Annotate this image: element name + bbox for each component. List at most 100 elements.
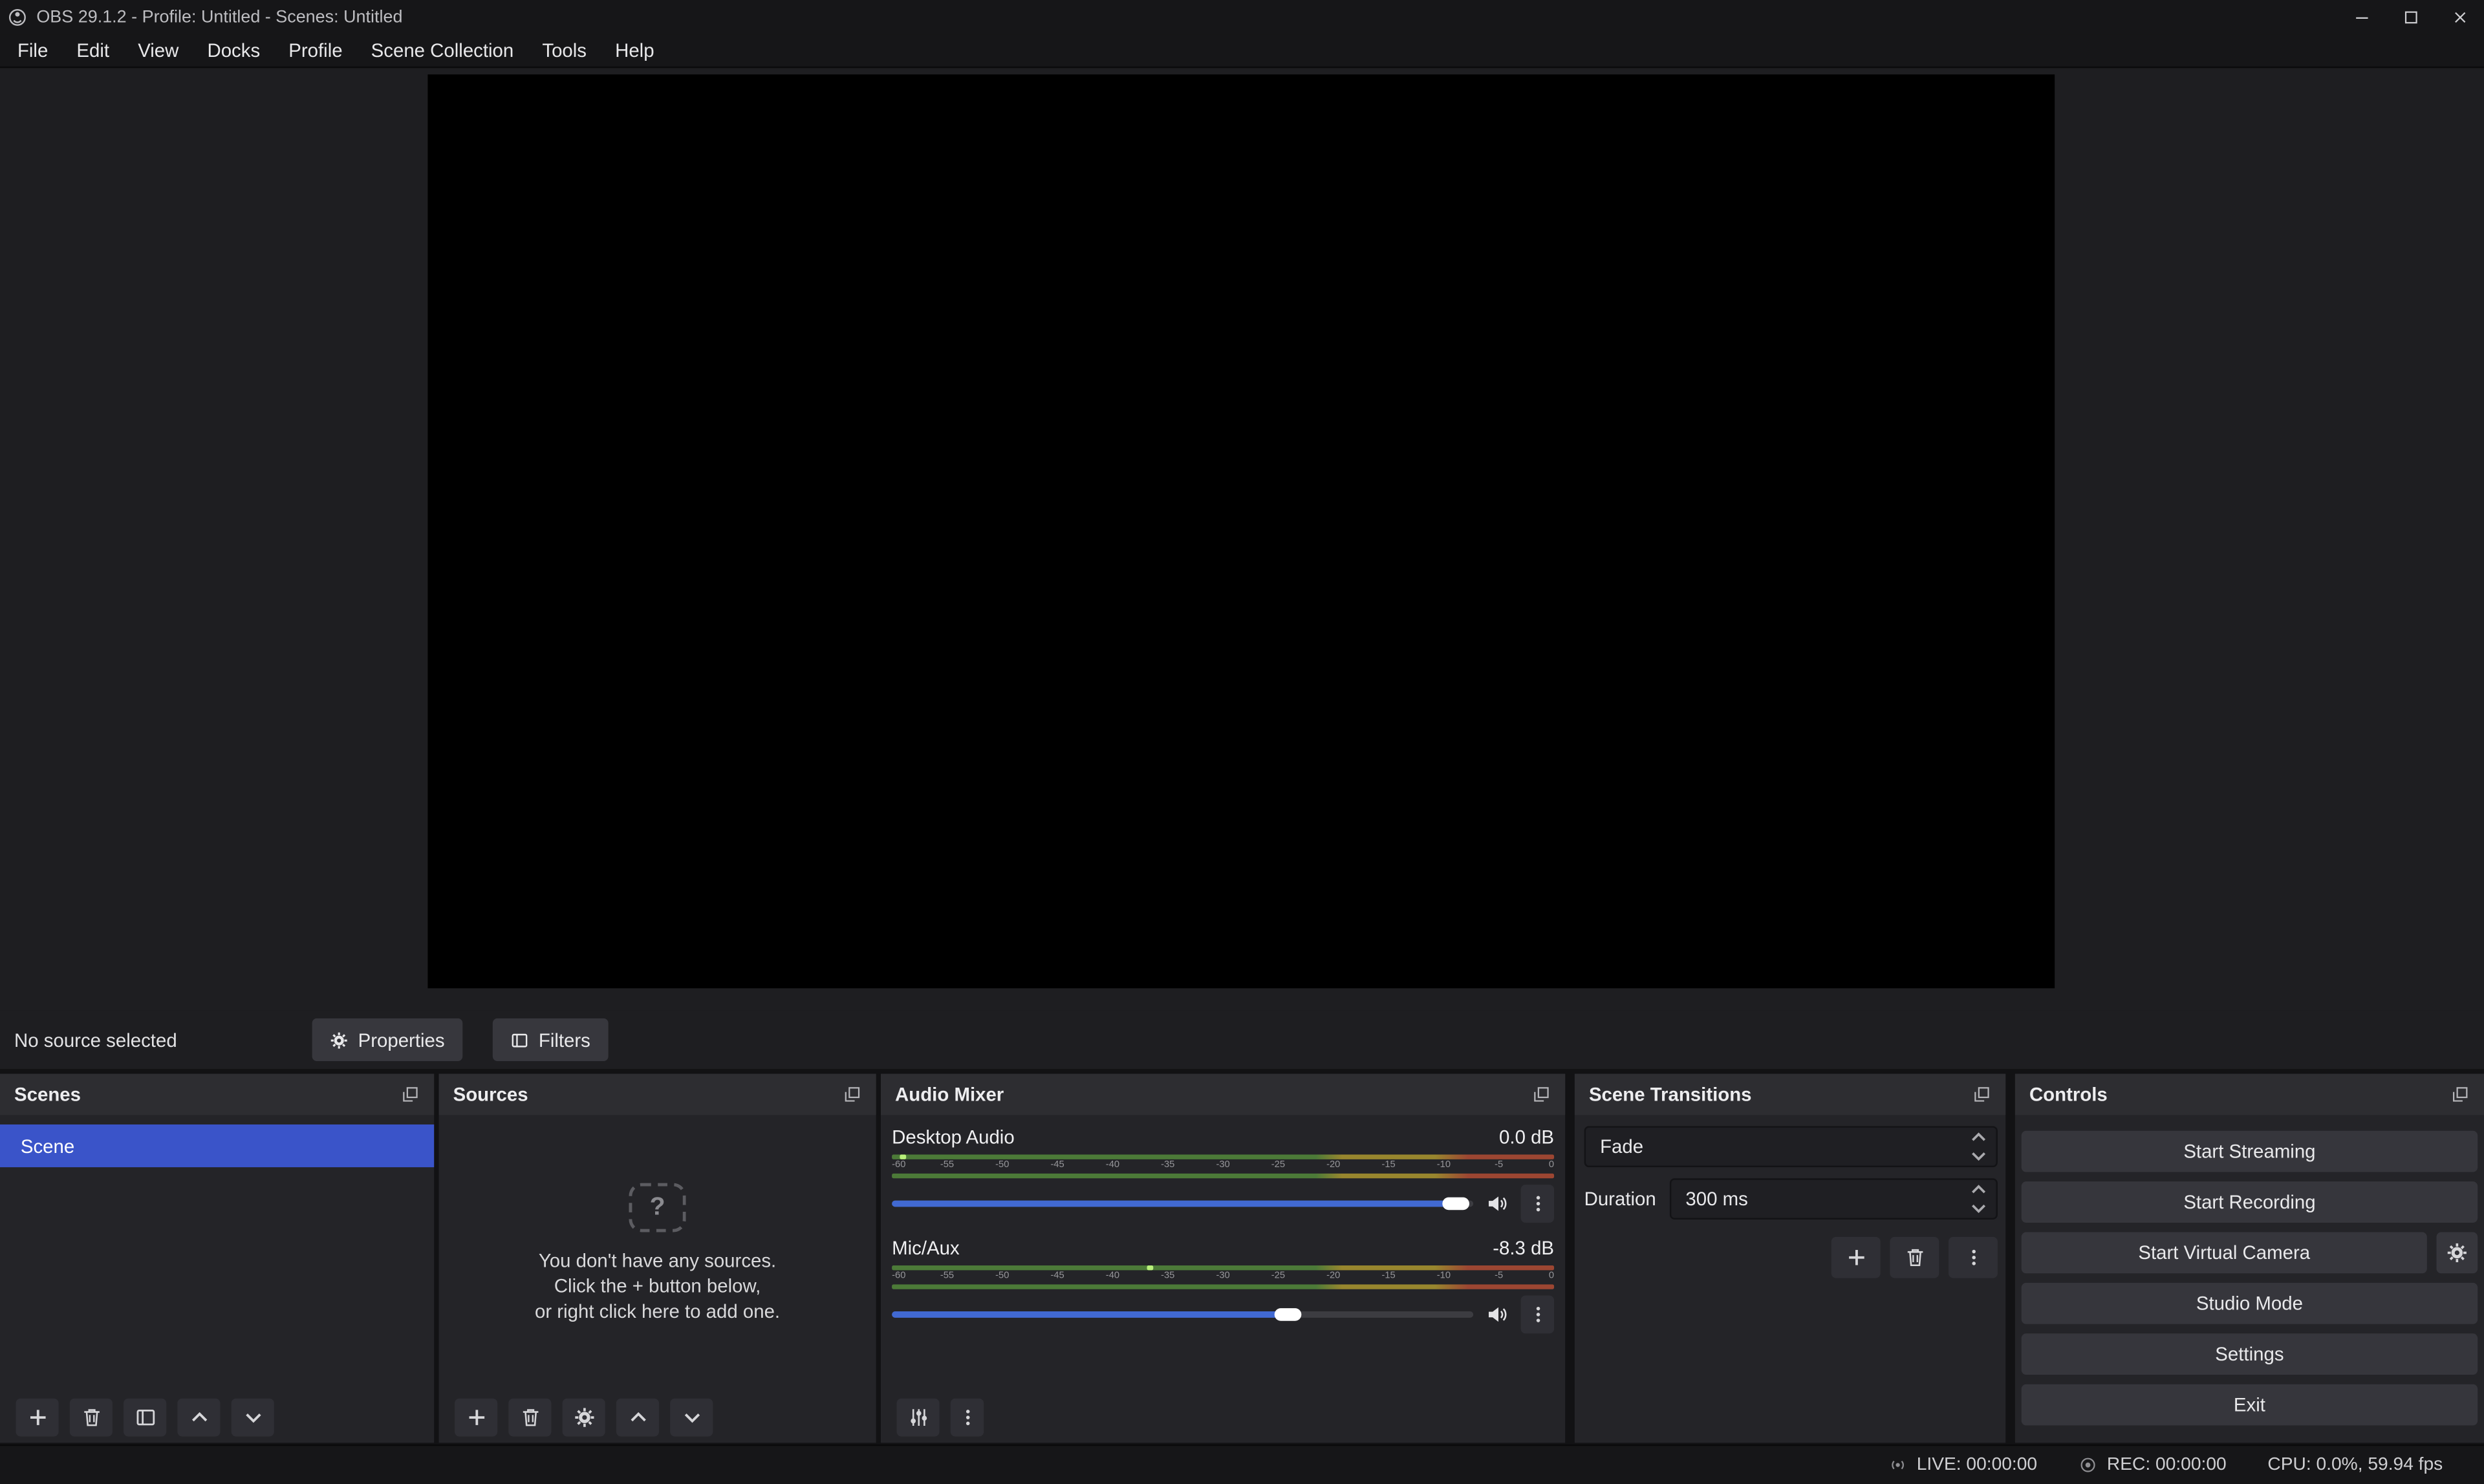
sources-dock-header[interactable]: Sources xyxy=(439,1074,876,1115)
menu-edit[interactable]: Edit xyxy=(62,35,124,67)
menu-view[interactable]: View xyxy=(124,35,193,67)
scene-list-item[interactable]: Scene xyxy=(0,1124,434,1167)
menu-file[interactable]: File xyxy=(3,35,62,67)
slider-handle[interactable] xyxy=(1274,1308,1301,1321)
popout-icon[interactable] xyxy=(401,1085,420,1104)
virtual-camera-settings-button[interactable] xyxy=(2436,1232,2478,1274)
properties-button[interactable]: Properties xyxy=(312,1018,462,1061)
spinbox-arrows[interactable] xyxy=(1971,1181,1986,1216)
popout-icon[interactable] xyxy=(843,1085,861,1104)
meter-tick: -20 xyxy=(1326,1159,1340,1174)
start-streaming-button[interactable]: Start Streaming xyxy=(2022,1131,2478,1172)
meter-tick: -25 xyxy=(1271,1159,1285,1174)
studio-mode-button[interactable]: Studio Mode xyxy=(2022,1283,2478,1324)
combo-arrows[interactable] xyxy=(1971,1129,1986,1164)
advanced-audio-icon xyxy=(907,1406,929,1428)
meter-tick: -5 xyxy=(1495,1270,1503,1284)
start-virtual-camera-button[interactable]: Start Virtual Camera xyxy=(2022,1232,2427,1274)
close-button[interactable] xyxy=(2435,0,2484,35)
chevron-up-icon xyxy=(188,1406,210,1428)
plus-icon xyxy=(465,1406,487,1428)
meter-tick: -40 xyxy=(1106,1270,1119,1284)
channel-name: Mic/Aux xyxy=(892,1237,960,1259)
titlebar[interactable]: OBS 29.1.2 - Profile: Untitled - Scenes:… xyxy=(0,0,2484,35)
advanced-audio-button[interactable] xyxy=(896,1399,939,1437)
transition-select[interactable]: Fade xyxy=(1584,1126,1998,1167)
controls-dock-header[interactable]: Controls xyxy=(2015,1074,2484,1115)
duration-value: 300 ms xyxy=(1685,1188,1747,1210)
meter-bar xyxy=(892,1174,1554,1178)
duration-spinbox[interactable]: 300 ms xyxy=(1670,1178,1998,1220)
popout-icon[interactable] xyxy=(1972,1085,1991,1104)
add-source-button[interactable] xyxy=(455,1399,497,1437)
scenes-dock: Scenes Scene xyxy=(0,1074,434,1443)
chevron-up-icon xyxy=(1971,1129,1986,1145)
exit-button[interactable]: Exit xyxy=(2022,1384,2478,1426)
sources-list[interactable]: ? You don't have any sources. Click the … xyxy=(439,1115,876,1392)
add-transition-button[interactable] xyxy=(1831,1237,1881,1278)
scene-filters-button[interactable] xyxy=(124,1399,166,1437)
meter-tick: -45 xyxy=(1050,1159,1064,1174)
remove-transition-button[interactable] xyxy=(1890,1237,1939,1278)
meter-tick: -55 xyxy=(940,1270,954,1284)
trash-icon xyxy=(519,1406,541,1428)
slider-handle[interactable] xyxy=(1442,1198,1469,1210)
rec-time: REC: 00:00:00 xyxy=(2107,1456,2227,1474)
transition-options-button[interactable] xyxy=(1949,1237,1998,1278)
chevron-up-icon xyxy=(627,1406,649,1428)
kebab-icon xyxy=(958,1408,977,1426)
move-source-down-button[interactable] xyxy=(670,1399,713,1437)
remove-scene-button[interactable] xyxy=(70,1399,113,1437)
source-properties-button[interactable] xyxy=(563,1399,605,1437)
menu-docks[interactable]: Docks xyxy=(193,35,274,67)
scenes-dock-header[interactable]: Scenes xyxy=(0,1074,434,1115)
mixer-options-button[interactable] xyxy=(951,1399,984,1437)
filters-button[interactable]: Filters xyxy=(493,1018,608,1061)
close-icon xyxy=(2450,8,2468,27)
move-scene-down-button[interactable] xyxy=(232,1399,274,1437)
meter-bar xyxy=(892,1155,1554,1159)
speaker-icon[interactable] xyxy=(1486,1192,1508,1214)
scenes-list[interactable]: Scene xyxy=(0,1115,434,1392)
sources-dock: Sources ? You don't have any sources. Cl… xyxy=(439,1074,876,1443)
meter-tick: -55 xyxy=(940,1159,954,1174)
minimize-button[interactable] xyxy=(2337,0,2386,35)
kebab-icon xyxy=(1963,1248,1982,1267)
preview-canvas[interactable] xyxy=(427,74,2055,988)
popout-icon[interactable] xyxy=(2451,1085,2470,1104)
settings-button[interactable]: Settings xyxy=(2022,1333,2478,1375)
gear-icon xyxy=(573,1406,595,1428)
audio-mixer-dock-header[interactable]: Audio Mixer xyxy=(881,1074,1565,1115)
start-recording-button[interactable]: Start Recording xyxy=(2022,1181,2478,1223)
volume-slider[interactable] xyxy=(892,1302,1473,1327)
speaker-icon[interactable] xyxy=(1486,1304,1508,1326)
move-source-up-button[interactable] xyxy=(616,1399,659,1437)
audio-mixer-title: Audio Mixer xyxy=(895,1083,1004,1105)
move-scene-up-button[interactable] xyxy=(177,1399,220,1437)
channel-options-button[interactable] xyxy=(1521,1296,1554,1334)
meter-tick: 0 xyxy=(1549,1159,1554,1174)
menu-profile[interactable]: Profile xyxy=(274,35,356,67)
meter-tick: -35 xyxy=(1161,1270,1174,1284)
maximize-button[interactable] xyxy=(2386,0,2435,35)
channel-options-button[interactable] xyxy=(1521,1185,1554,1223)
sources-empty-line2: Click the + button below, xyxy=(554,1273,761,1298)
menu-tools[interactable]: Tools xyxy=(528,35,601,67)
meter-tick: -15 xyxy=(1381,1159,1395,1174)
meter-tick: -30 xyxy=(1216,1159,1229,1174)
menu-scene-collection[interactable]: Scene Collection xyxy=(357,35,528,67)
remove-source-button[interactable] xyxy=(508,1399,551,1437)
no-source-status: No source selected xyxy=(14,1011,177,1070)
add-scene-button[interactable] xyxy=(16,1399,58,1437)
meter-tick: -15 xyxy=(1381,1270,1395,1284)
scene-transitions-dock-header[interactable]: Scene Transitions xyxy=(1575,1074,2005,1115)
volume-slider[interactable] xyxy=(892,1191,1473,1216)
popout-icon[interactable] xyxy=(1532,1085,1551,1104)
menu-help[interactable]: Help xyxy=(601,35,669,67)
meter-tick: -60 xyxy=(892,1270,905,1284)
channel-level: 0.0 dB xyxy=(1499,1126,1554,1148)
window-controls xyxy=(2337,0,2484,35)
mixer-channel-desktop-audio: Desktop Audio 0.0 dB -60 -55 -50 -45 -40 xyxy=(891,1126,1556,1220)
meter-tick: -50 xyxy=(995,1159,1009,1174)
minimize-icon xyxy=(2351,8,2370,27)
